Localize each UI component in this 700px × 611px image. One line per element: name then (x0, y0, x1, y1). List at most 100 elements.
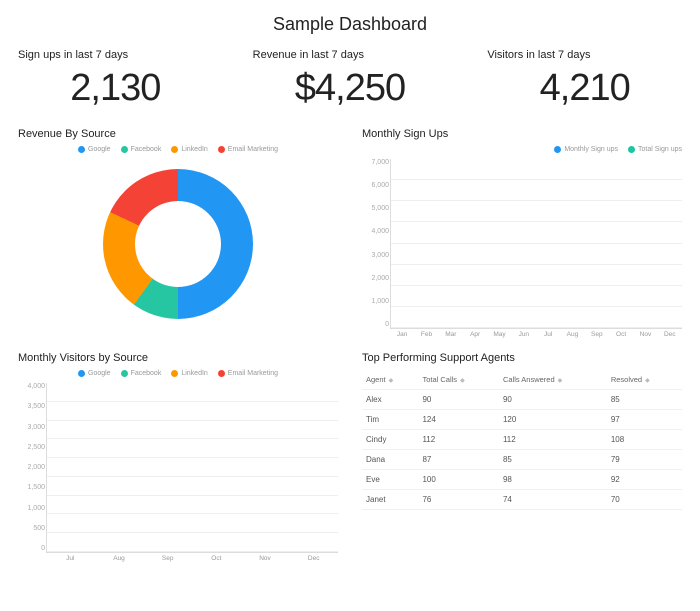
ytick: 1,000 (19, 505, 45, 512)
xtick: Sep (585, 331, 609, 338)
table-row: Janet767470 (362, 490, 682, 510)
ytick: 1,500 (19, 484, 45, 491)
table-row: Eve1009892 (362, 470, 682, 490)
panel-title: Monthly Sign Ups (362, 128, 682, 140)
xtick: Feb (414, 331, 438, 338)
ytick: 1,000 (363, 298, 389, 305)
table-cell: 85 (499, 450, 607, 470)
xtick: Sep (143, 555, 192, 562)
legend-item: Email Marketing (218, 370, 278, 377)
agents-table: Agent◆Total Calls◆Calls Answered◆Resolve… (362, 370, 682, 510)
table-cell: Eve (362, 470, 418, 490)
table-cell: 120 (499, 410, 607, 430)
table-cell: 85 (607, 390, 682, 410)
sort-icon: ◆ (389, 378, 394, 384)
legend-item: LinkedIn (171, 146, 207, 153)
legend-item: Total Sign ups (628, 146, 682, 153)
bar-chart-signups: 7,0006,0005,0004,0003,0002,0001,0000 (390, 159, 682, 329)
table-row: Tim12412097 (362, 410, 682, 430)
ytick: 2,000 (363, 275, 389, 282)
ytick: 0 (19, 545, 45, 552)
xtick: Aug (560, 331, 584, 338)
table-cell: 87 (418, 450, 498, 470)
xtick: Aug (95, 555, 144, 562)
table-cell: 108 (607, 430, 682, 450)
legend: Monthly Sign ups Total Sign ups (362, 146, 682, 153)
table-cell: 97 (607, 410, 682, 430)
ytick: 5,000 (363, 205, 389, 212)
donut-chart (103, 169, 253, 319)
table-cell: Cindy (362, 430, 418, 450)
kpi-visitors: Visitors in last 7 days 4,210 (487, 49, 682, 110)
kpi-value: 2,130 (18, 67, 213, 110)
panel-top-agents: Top Performing Support Agents Agent◆Tota… (362, 352, 682, 562)
table-row: Cindy112112108 (362, 430, 682, 450)
xtick: Oct (192, 555, 241, 562)
table-cell: 124 (418, 410, 498, 430)
table-header[interactable]: Calls Answered◆ (499, 370, 607, 390)
legend-item: Google (78, 146, 111, 153)
panel-revenue-by-source: Revenue By Source Google Facebook Linked… (18, 128, 338, 338)
table-header[interactable]: Total Calls◆ (418, 370, 498, 390)
sort-icon: ◆ (558, 378, 563, 384)
table-cell: 79 (607, 450, 682, 470)
ytick: 2,000 (19, 464, 45, 471)
panel-title: Top Performing Support Agents (362, 352, 682, 364)
panel-title: Monthly Visitors by Source (18, 352, 338, 364)
table-cell: Dana (362, 450, 418, 470)
table-cell: 112 (418, 430, 498, 450)
table-cell: 98 (499, 470, 607, 490)
legend-item: LinkedIn (171, 370, 207, 377)
ytick: 3,500 (19, 403, 45, 410)
xtick: Jul (46, 555, 95, 562)
ytick: 2,500 (19, 444, 45, 451)
kpi-signups: Sign ups in last 7 days 2,130 (18, 49, 213, 110)
table-cell: 74 (499, 490, 607, 510)
xtick: Oct (609, 331, 633, 338)
xtick: Nov (633, 331, 657, 338)
kpi-value: $4,250 (253, 67, 448, 110)
legend-item: Facebook (121, 370, 162, 377)
table-cell: 100 (418, 470, 498, 490)
table-cell: 112 (499, 430, 607, 450)
sort-icon: ◆ (645, 378, 650, 384)
xtick: Jul (536, 331, 560, 338)
xtick: Jun (512, 331, 536, 338)
table-header[interactable]: Resolved◆ (607, 370, 682, 390)
panel-title: Revenue By Source (18, 128, 338, 140)
ytick: 4,000 (19, 383, 45, 390)
panel-monthly-visitors: Monthly Visitors by Source Google Facebo… (18, 352, 338, 562)
kpi-label: Revenue in last 7 days (253, 49, 448, 61)
ytick: 3,000 (19, 424, 45, 431)
table-row: Alex909085 (362, 390, 682, 410)
xtick: Nov (241, 555, 290, 562)
ytick: 500 (19, 525, 45, 532)
xtick: Dec (289, 555, 338, 562)
xtick: May (487, 331, 511, 338)
xtick: Apr (463, 331, 487, 338)
table-cell: Janet (362, 490, 418, 510)
ytick: 0 (363, 321, 389, 328)
table-row: Dana878579 (362, 450, 682, 470)
table-cell: 90 (499, 390, 607, 410)
ytick: 7,000 (363, 159, 389, 166)
panel-monthly-signups: Monthly Sign Ups Monthly Sign ups Total … (362, 128, 682, 338)
table-cell: 92 (607, 470, 682, 490)
xtick: Jan (390, 331, 414, 338)
kpi-row: Sign ups in last 7 days 2,130 Revenue in… (18, 49, 682, 110)
ytick: 6,000 (363, 182, 389, 189)
legend-item: Facebook (121, 146, 162, 153)
bar-chart-visitors: 4,0003,5003,0002,5002,0001,5001,0005000 (46, 383, 338, 553)
table-cell: 90 (418, 390, 498, 410)
table-cell: Alex (362, 390, 418, 410)
kpi-label: Sign ups in last 7 days (18, 49, 213, 61)
table-header[interactable]: Agent◆ (362, 370, 418, 390)
ytick: 4,000 (363, 228, 389, 235)
xtick: Dec (658, 331, 682, 338)
legend-item: Monthly Sign ups (554, 146, 618, 153)
page-title: Sample Dashboard (18, 14, 682, 35)
kpi-revenue: Revenue in last 7 days $4,250 (253, 49, 448, 110)
ytick: 3,000 (363, 252, 389, 259)
table-cell: Tim (362, 410, 418, 430)
table-cell: 76 (418, 490, 498, 510)
